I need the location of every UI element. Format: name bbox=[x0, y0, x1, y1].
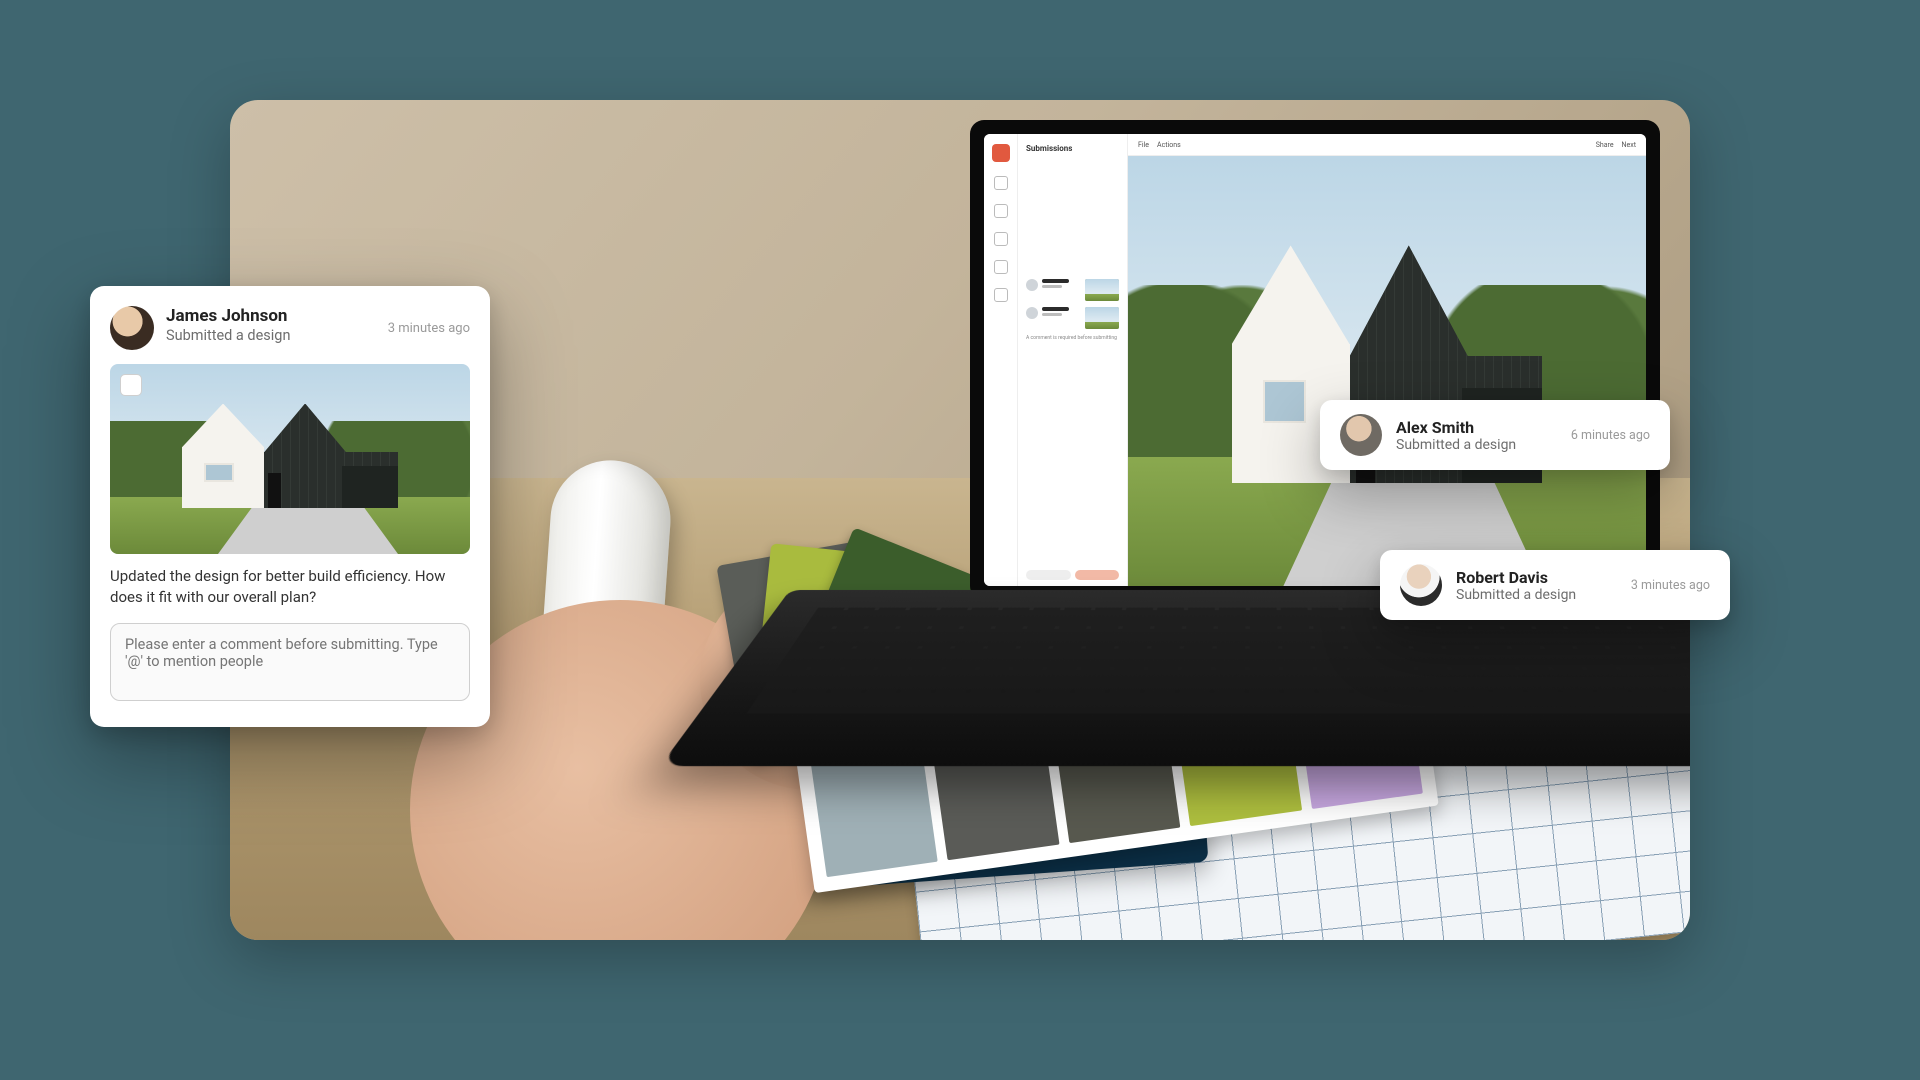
avatar-icon bbox=[1026, 279, 1038, 291]
avatar bbox=[1400, 564, 1442, 606]
app-window: Submissions A comment is required before… bbox=[984, 134, 1646, 586]
notification-card[interactable]: Alex Smith Submitted a design 6 minutes … bbox=[1320, 400, 1670, 470]
app-logo-icon bbox=[992, 144, 1010, 162]
thumbnail bbox=[1085, 307, 1119, 329]
sidebar-footnote: A comment is required before submitting bbox=[1026, 335, 1119, 342]
submission-card[interactable] bbox=[1026, 307, 1119, 329]
app-nav-rail bbox=[984, 134, 1018, 586]
submission-card[interactable] bbox=[1026, 279, 1119, 301]
laptop-screen: Submissions A comment is required before… bbox=[970, 120, 1660, 600]
sidebar-title: Submissions bbox=[1026, 144, 1119, 153]
toolbar-next[interactable]: Next bbox=[1622, 141, 1636, 149]
notification-card[interactable]: Robert Davis Submitted a design 3 minute… bbox=[1380, 550, 1730, 620]
toolbar-share[interactable]: Share bbox=[1596, 141, 1614, 149]
comment-thumbnail[interactable] bbox=[110, 364, 470, 554]
thumbnail-checkbox[interactable] bbox=[120, 374, 142, 396]
app-toolbar: File Actions Share Next bbox=[1128, 134, 1646, 156]
avatar bbox=[110, 306, 154, 350]
rail-icon[interactable] bbox=[994, 260, 1008, 274]
rail-icon[interactable] bbox=[994, 232, 1008, 246]
thumbnail bbox=[1085, 279, 1119, 301]
comment-button[interactable] bbox=[1026, 570, 1071, 580]
comment-card: James Johnson Submitted a design 3 minut… bbox=[90, 286, 490, 727]
avatar bbox=[1340, 414, 1382, 456]
toolbar-file[interactable]: File bbox=[1138, 141, 1149, 149]
rail-icon[interactable] bbox=[994, 176, 1008, 190]
rail-icon[interactable] bbox=[994, 288, 1008, 302]
notification-timestamp: 6 minutes ago bbox=[1571, 428, 1650, 443]
avatar-icon bbox=[1026, 307, 1038, 319]
rail-icon[interactable] bbox=[994, 204, 1008, 218]
app-main: File Actions Share Next bbox=[1128, 134, 1646, 586]
notification-subtitle: Submitted a design bbox=[1456, 587, 1576, 603]
comment-body: Updated the design for better build effi… bbox=[110, 566, 470, 609]
comment-timestamp: 3 minutes ago bbox=[388, 321, 470, 336]
comment-subtitle: Submitted a design bbox=[166, 327, 290, 344]
notification-subtitle: Submitted a design bbox=[1396, 437, 1516, 453]
toolbar-actions[interactable]: Actions bbox=[1157, 141, 1181, 149]
comment-input[interactable] bbox=[110, 623, 470, 701]
notification-timestamp: 3 minutes ago bbox=[1631, 578, 1710, 593]
design-canvas[interactable] bbox=[1128, 156, 1646, 586]
notification-author: Robert Davis bbox=[1456, 568, 1576, 587]
submit-button[interactable] bbox=[1075, 570, 1120, 580]
app-sidebar: Submissions A comment is required before… bbox=[1018, 134, 1128, 586]
notification-author: Alex Smith bbox=[1396, 418, 1516, 437]
comment-author: James Johnson bbox=[166, 306, 290, 326]
